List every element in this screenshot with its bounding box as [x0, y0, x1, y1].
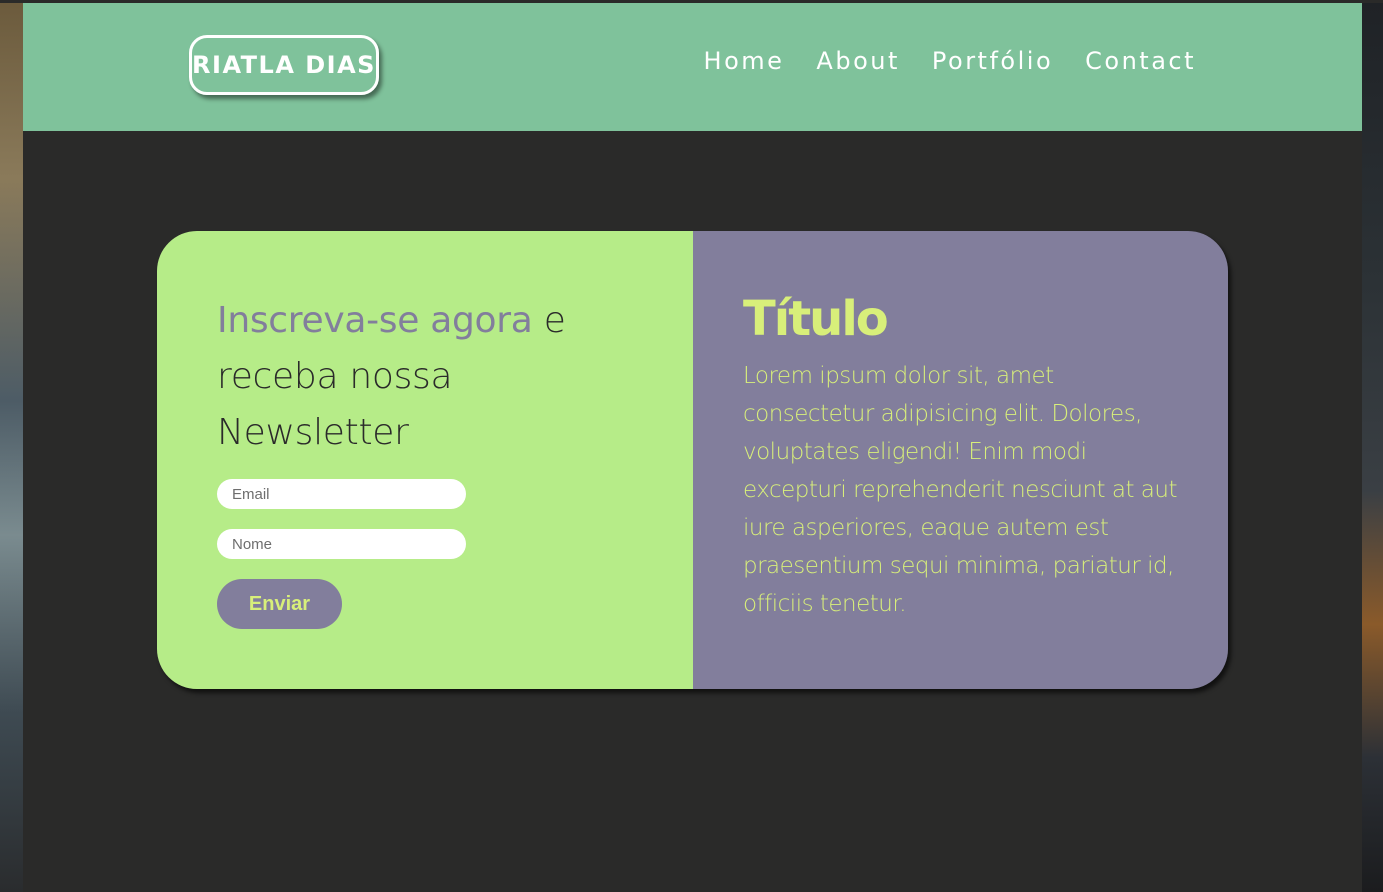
nav-link-about[interactable]: About [816, 49, 899, 73]
newsletter-headline: Inscreva-se agora e receba nossa Newslet… [217, 293, 647, 461]
info-title: Título [743, 291, 889, 347]
headline-accent: Inscreva-se agora [217, 300, 533, 341]
main-nav: Home About Portfólio Contact [704, 49, 1196, 73]
email-field[interactable] [217, 479, 466, 509]
nav-link-home[interactable]: Home [704, 49, 785, 73]
newsletter-panel: Inscreva-se agora e receba nossa Newslet… [157, 231, 693, 689]
nav-link-portfolio[interactable]: Portfólio [932, 49, 1053, 73]
name-field[interactable] [217, 529, 466, 559]
background-left-edge [0, 0, 23, 892]
submit-button[interactable]: Enviar [217, 579, 342, 629]
nav-link-contact[interactable]: Contact [1085, 49, 1196, 73]
site-header: RIATLA DIAS Home About Portfólio Contact [23, 3, 1362, 131]
background-right-edge [1362, 0, 1383, 892]
info-panel: Título Lorem ipsum dolor sit, amet conse… [693, 231, 1228, 689]
info-body: Lorem ipsum dolor sit, amet consectetur … [743, 363, 1177, 617]
page-container: RIATLA DIAS Home About Portfólio Contact… [23, 3, 1362, 892]
newsletter-card: Inscreva-se agora e receba nossa Newslet… [157, 231, 1228, 689]
site-logo[interactable]: RIATLA DIAS [189, 35, 379, 95]
